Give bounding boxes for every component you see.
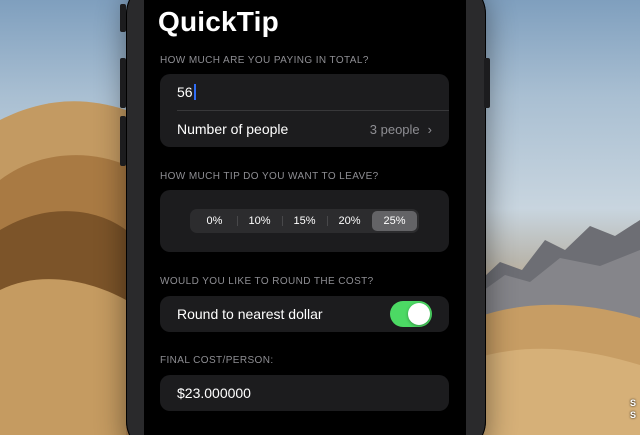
tip-percentage-segmented-control: 0% 10% 15% 20% 25%	[190, 209, 419, 233]
tip-segment-0[interactable]: 0%	[192, 211, 237, 231]
desktop-corner-text-1: S	[630, 398, 637, 408]
app-title: QuickTip	[158, 6, 279, 37]
volume-down-button	[120, 116, 126, 166]
tip-segment-25[interactable]: 25%	[372, 211, 417, 231]
chevron-right-icon: ›	[427, 121, 432, 137]
rounding-card: Round to nearest dollar	[160, 296, 449, 332]
tip-card: 0% 10% 15% 20% 25%	[160, 190, 449, 252]
app-screen: QuickTip HOW MUCH ARE YOU PAYING IN TOTA…	[144, 0, 466, 435]
final-cost-value: $23.000000	[177, 385, 251, 401]
total-section-header: HOW MUCH ARE YOU PAYING IN TOTAL?	[160, 55, 369, 66]
power-button	[484, 58, 490, 108]
number-of-people-label: Number of people	[177, 121, 289, 137]
volume-up-button	[120, 58, 126, 108]
number-of-people-row[interactable]: Number of people 3 people ›	[160, 111, 449, 147]
text-cursor	[193, 84, 196, 100]
tip-segment-10[interactable]: 10%	[237, 211, 282, 231]
final-cost-row: $23.000000	[160, 375, 449, 411]
tip-section-header: HOW MUCH TIP DO YOU WANT TO LEAVE?	[160, 171, 379, 182]
tip-segment-15[interactable]: 15%	[282, 211, 327, 231]
desktop-corner-text-2: S	[630, 410, 637, 420]
total-card: 56 Number of people 3 people ›	[160, 74, 449, 147]
result-section-header: FINAL COST/PERSON:	[160, 355, 274, 366]
silent-switch	[120, 4, 126, 32]
total-amount-row[interactable]: 56	[160, 74, 449, 110]
round-to-dollar-row: Round to nearest dollar	[160, 296, 449, 332]
tip-segment-20[interactable]: 20%	[327, 211, 372, 231]
total-amount-text[interactable]: 56	[177, 84, 193, 100]
round-to-dollar-label: Round to nearest dollar	[177, 306, 323, 322]
round-to-dollar-toggle[interactable]	[390, 301, 432, 327]
toggle-knob	[408, 303, 430, 325]
number-of-people-value: 3 people	[369, 121, 420, 137]
result-card: $23.000000	[160, 375, 449, 411]
rounding-section-header: WOULD YOU LIKE TO ROUND THE COST?	[160, 276, 374, 287]
